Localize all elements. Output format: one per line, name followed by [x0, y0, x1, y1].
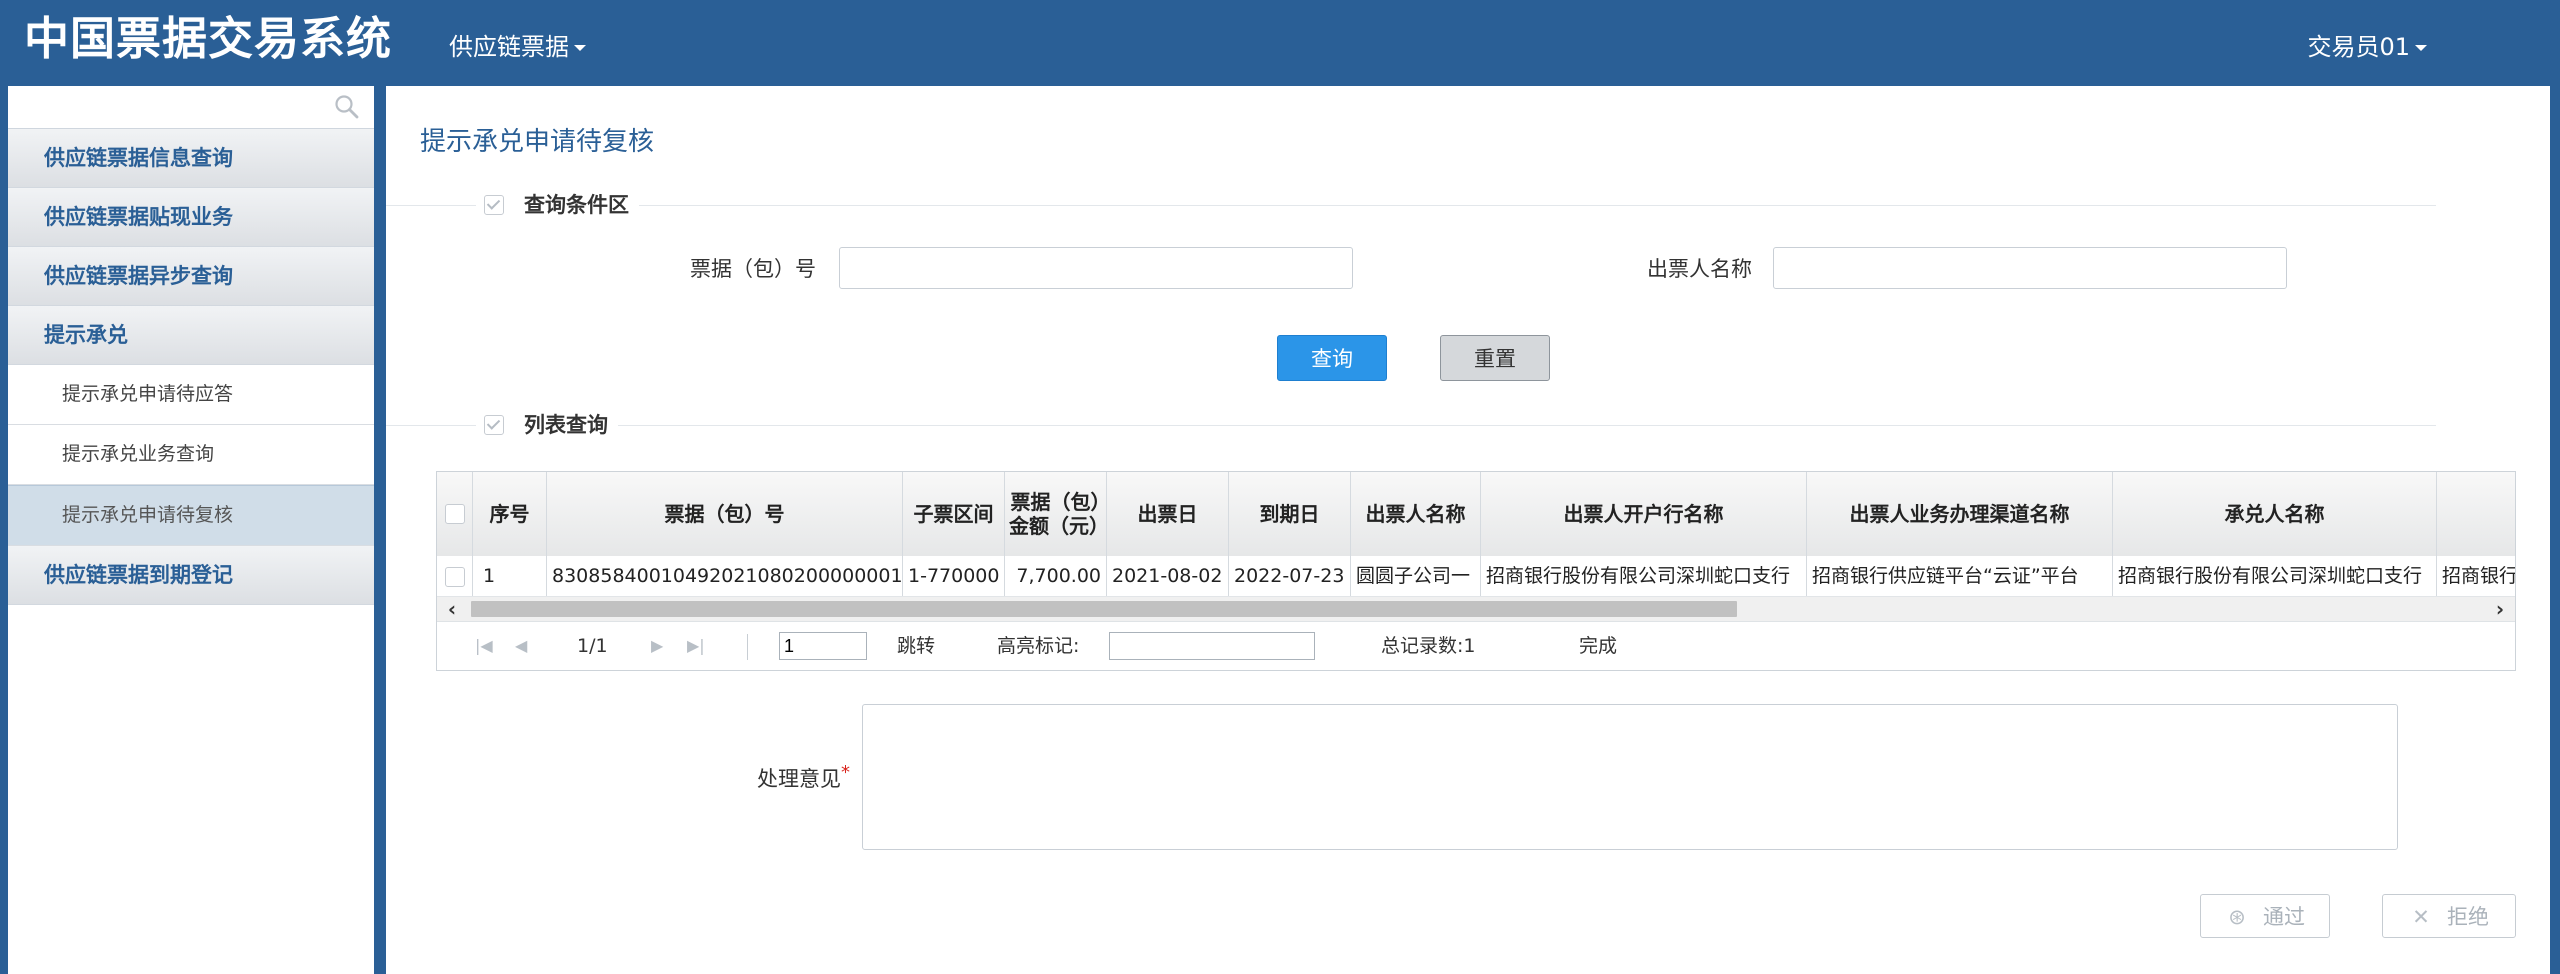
list-section-title: 列表查询: [524, 413, 608, 437]
query-section-header: 查询条件区: [386, 188, 2436, 222]
caret-down-icon: [574, 45, 586, 51]
cell-seq: 1: [473, 556, 547, 596]
app-title: 中国票据交易系统: [24, 12, 393, 65]
horizontal-scrollbar[interactable]: ‹ ›: [437, 597, 2515, 622]
grid-header-row: 序号 票据（包）号 子票区间 票据（包）金额（元） 出票日 到期日 出票人名称 …: [437, 472, 2515, 557]
opinion-label-text: 处理意见: [757, 767, 841, 791]
jump-page-input[interactable]: [779, 632, 867, 660]
sidebar-item-async-query[interactable]: 供应链票据异步查询: [8, 247, 374, 306]
top-header: 中国票据交易系统 供应链票据 交易员01: [0, 0, 2560, 84]
col-amount[interactable]: 票据（包）金额（元）: [1005, 472, 1107, 556]
user-menu-label: 交易员01: [2307, 33, 2410, 61]
col-sub-range[interactable]: 子票区间: [903, 472, 1005, 556]
required-mark: *: [841, 762, 850, 783]
bill-no-label: 票据（包）号: [690, 257, 816, 281]
frame-edge: [2550, 86, 2560, 974]
scroll-left-icon[interactable]: ‹: [437, 597, 467, 621]
pager-divider: [747, 634, 748, 660]
last-page-icon[interactable]: ▶|: [687, 622, 705, 670]
sidebar-search-input[interactable]: [8, 86, 354, 126]
cell-bill-no: 830858400104920210802000000015: [547, 556, 903, 596]
collapse-check-icon: [484, 194, 504, 215]
approve-button[interactable]: ⊛ 通过: [2200, 894, 2330, 938]
query-section-toggle[interactable]: 查询条件区: [476, 188, 639, 222]
scrollbar-thumb[interactable]: [471, 601, 1737, 617]
sidebar-subitem-pending-review[interactable]: 提示承兑申请待复核: [8, 485, 374, 546]
drawer-name-input[interactable]: [1773, 247, 2287, 289]
cell-acceptor-bank: 招商银行股份有限公司深圳蛇口支行: [2437, 556, 2515, 596]
sidebar-item-discount[interactable]: 供应链票据贴现业务: [8, 188, 374, 247]
approve-icon: ⊛: [2228, 905, 2246, 929]
module-menu[interactable]: 供应链票据: [449, 28, 586, 66]
row-select-cell: [437, 556, 473, 596]
reset-button[interactable]: 重置: [1440, 335, 1550, 381]
scroll-right-icon[interactable]: ›: [2485, 597, 2515, 621]
col-drawer-bank[interactable]: 出票人开户行名称: [1481, 472, 1807, 556]
col-acceptor-name[interactable]: 承兑人名称: [2113, 472, 2437, 556]
list-section-toggle[interactable]: 列表查询: [476, 408, 618, 442]
cell-acceptor-name: 招商银行股份有限公司深圳蛇口支行: [2113, 556, 2437, 596]
col-due-date[interactable]: 到期日: [1229, 472, 1351, 556]
reject-button[interactable]: ✕ 拒绝: [2382, 894, 2516, 938]
sidebar: 供应链票据信息查询 供应链票据贴现业务 供应链票据异步查询 提示承兑 提示承兑申…: [8, 86, 374, 974]
highlight-input[interactable]: [1109, 632, 1315, 660]
bill-no-input[interactable]: [839, 247, 1353, 289]
divider: [386, 425, 2436, 426]
cell-issue-date: 2021-08-02: [1107, 556, 1229, 596]
table-row[interactable]: 1 830858400104920210802000000015 1-77000…: [437, 556, 2515, 597]
result-grid: 序号 票据（包）号 子票区间 票据（包）金额（元） 出票日 到期日 出票人名称 …: [436, 471, 2516, 671]
page-title: 提示承兑申请待复核: [420, 127, 655, 157]
col-drawer-name[interactable]: 出票人名称: [1351, 472, 1481, 556]
list-section-header: 列表查询: [386, 408, 2436, 442]
query-button[interactable]: 查询: [1277, 335, 1387, 381]
opinion-label: 处理意见*: [716, 758, 850, 794]
cell-due-date: 2022-07-23: [1229, 556, 1351, 596]
cell-drawer-bank: 招商银行股份有限公司深圳蛇口支行: [1481, 556, 1807, 596]
main-content: 提示承兑申请待复核 查询条件区 票据（包）号 出票人名称 查询 重置 列表查询 …: [386, 86, 2550, 974]
col-acceptor-bank[interactable]: [2437, 472, 2515, 556]
next-page-icon[interactable]: ▶: [651, 622, 663, 670]
col-seq[interactable]: 序号: [473, 472, 547, 556]
user-menu[interactable]: 交易员01: [2307, 28, 2427, 66]
pagination-bar: |◀ ◀ 1/1 ▶ ▶| 跳转 高亮标记: 总记录数:1 完成: [437, 622, 2515, 670]
caret-down-icon: [2415, 45, 2427, 51]
total-records: 总记录数:1: [1381, 635, 1476, 657]
query-section-title: 查询条件区: [524, 193, 629, 217]
opinion-textarea[interactable]: [862, 704, 2398, 850]
sidebar-item-info-query[interactable]: 供应链票据信息查询: [8, 129, 374, 188]
jump-button[interactable]: 跳转: [897, 622, 935, 670]
cell-drawer-channel: 招商银行供应链平台“云证”平台: [1807, 556, 2113, 596]
row-checkbox[interactable]: [444, 566, 465, 587]
reject-label: 拒绝: [2447, 905, 2489, 929]
sidebar-item-acceptance[interactable]: 提示承兑: [8, 306, 374, 365]
status-text: 完成: [1579, 635, 1618, 657]
drawer-name-label: 出票人名称: [1647, 257, 1752, 281]
page-info: 1/1: [577, 635, 608, 657]
sidebar-item-maturity-registration[interactable]: 供应链票据到期登记: [8, 546, 374, 605]
collapse-check-icon: [484, 414, 504, 435]
cell-sub-range: 1-770000: [903, 556, 1005, 596]
cell-drawer-name: 圆圆子公司一: [1351, 556, 1481, 596]
prev-page-icon[interactable]: ◀: [515, 622, 527, 670]
sidebar-search: [8, 86, 374, 129]
highlight-label: 高亮标记:: [997, 635, 1080, 657]
col-bill-no[interactable]: 票据（包）号: [547, 472, 903, 556]
approve-label: 通过: [2263, 905, 2305, 929]
cell-amount: 7,700.00: [1005, 556, 1107, 596]
divider: [386, 205, 2436, 206]
select-all-checkbox[interactable]: [444, 504, 465, 524]
sidebar-subitem-pending-reply[interactable]: 提示承兑申请待应答: [8, 365, 374, 425]
search-icon[interactable]: [334, 94, 360, 120]
col-drawer-channel[interactable]: 出票人业务办理渠道名称: [1807, 472, 2113, 556]
col-issue-date[interactable]: 出票日: [1107, 472, 1229, 556]
module-menu-label: 供应链票据: [449, 33, 569, 61]
select-all-cell: [437, 472, 473, 556]
sidebar-subitem-business-query[interactable]: 提示承兑业务查询: [8, 425, 374, 485]
first-page-icon[interactable]: |◀: [475, 622, 493, 670]
close-icon: ✕: [2412, 905, 2430, 929]
